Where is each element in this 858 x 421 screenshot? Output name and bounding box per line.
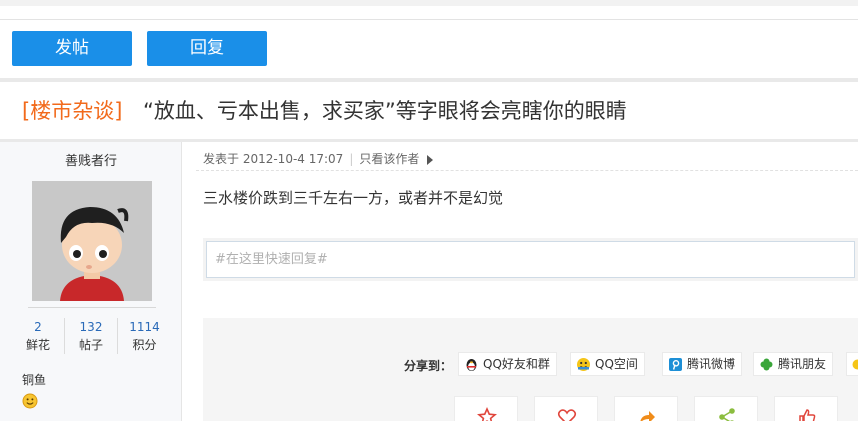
- post-content: 三水楼价跌到三千左右一方，或者并不是幻觉: [203, 189, 504, 207]
- support-button[interactable]: [774, 396, 838, 421]
- share-more-icon: [852, 359, 858, 370]
- post-meta-divider: [196, 170, 858, 171]
- author-name[interactable]: 善贱者行: [0, 150, 182, 169]
- reply-button[interactable]: 回复: [147, 31, 267, 66]
- avatar-image: [32, 181, 152, 301]
- heart-icon: [557, 409, 577, 421]
- top-band: [0, 0, 858, 6]
- clover-icon: [760, 358, 773, 371]
- stat-value: 2: [34, 320, 42, 334]
- thread-title-bar: [楼市杂谈] “放血、亏本出售，求买家”等字眼将会亮瞎你的眼睛: [0, 82, 858, 136]
- like-button[interactable]: [534, 396, 598, 421]
- thread-title: “放血、亏本出售，求买家”等字眼将会亮瞎你的眼睛: [143, 99, 627, 123]
- thumbs-up-icon: [799, 409, 816, 421]
- stat-value: 1114: [129, 320, 160, 334]
- caret-right-icon[interactable]: [427, 154, 434, 165]
- avatar-divider: [28, 307, 156, 308]
- stat-label: 鲜花: [25, 338, 50, 352]
- share-item-label: QQ空间: [595, 357, 638, 371]
- forward-button[interactable]: [614, 396, 678, 421]
- only-author-link[interactable]: 只看该作者: [359, 152, 419, 166]
- stat-points[interactable]: 1114 积分: [118, 318, 171, 354]
- favorite-button[interactable]: [454, 396, 518, 421]
- qq-penguin-icon: [466, 359, 477, 371]
- author-sidebar: 善贱者行 2 鲜花 132 帖子 1114 积分 铜鱼: [0, 142, 182, 421]
- top-divider: [0, 19, 858, 20]
- post-meta: 发表于 2012-10-4 17:07 | 只看该作者: [203, 150, 434, 167]
- share-more-button[interactable]: [846, 352, 858, 376]
- stat-flowers[interactable]: 2 鲜花: [12, 318, 65, 354]
- share-tencent-weibo-button[interactable]: 腾讯微博: [662, 352, 743, 376]
- star-icon: [477, 407, 497, 421]
- stat-posts[interactable]: 132 帖子: [65, 318, 118, 354]
- stat-label: 积分: [132, 338, 157, 352]
- smiley-rank-icon: [22, 393, 38, 409]
- share-item-label: 腾讯微博: [687, 357, 736, 371]
- share-label: 分享到：: [404, 359, 453, 373]
- stat-value: 132: [79, 320, 103, 334]
- share-item-label: 腾讯朋友: [778, 357, 827, 371]
- tencent-weibo-icon: [669, 358, 682, 371]
- new-post-button[interactable]: 发帖: [12, 31, 132, 66]
- share-qzone-button[interactable]: QQ空间: [570, 352, 645, 376]
- qzone-icon: [577, 358, 590, 371]
- quick-reply-box: [203, 238, 858, 281]
- share-panel: 分享到： QQ好友和群 QQ空间 腾讯微博 腾讯朋友: [203, 318, 858, 421]
- stat-label: 帖子: [78, 338, 103, 352]
- share-item-label: QQ好友和群: [483, 357, 550, 371]
- post-timestamp: 发表于 2012-10-4 17:07: [203, 152, 344, 166]
- author-stats: 2 鲜花 132 帖子 1114 积分: [12, 318, 172, 354]
- share-link-button[interactable]: [694, 396, 758, 421]
- share-nodes-icon: [719, 408, 735, 421]
- quick-reply-input[interactable]: [206, 241, 855, 278]
- thread-category-link[interactable]: [楼市杂谈]: [22, 95, 122, 125]
- forward-arrow-icon: [640, 411, 655, 421]
- share-qq-friends-button[interactable]: QQ好友和群: [458, 352, 557, 376]
- share-tencent-friends-button[interactable]: 腾讯朋友: [753, 352, 834, 376]
- author-rank: 铜鱼: [22, 373, 47, 387]
- meta-divider: |: [349, 152, 354, 166]
- avatar[interactable]: [32, 181, 152, 301]
